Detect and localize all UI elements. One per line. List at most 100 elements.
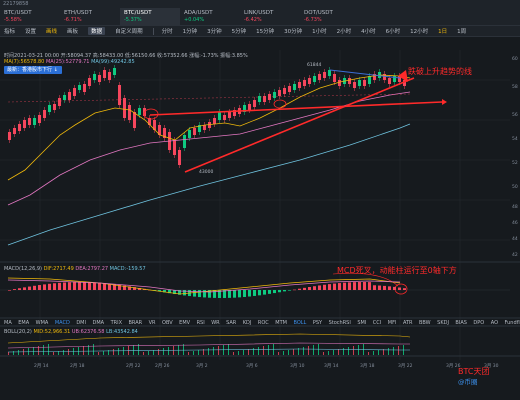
boll-bar: [33, 347, 34, 355]
high-price-label: 61844: [307, 62, 321, 68]
macd-bar: [293, 289, 296, 291]
news-badge[interactable]: 最新：香港股市下行 ↓: [4, 66, 62, 74]
indicator-tab-emv[interactable]: EMV: [179, 320, 190, 326]
tab-link-usdt[interactable]: LINK/USDT -6.42%: [240, 8, 300, 25]
timeframe-12h[interactable]: 12小时: [410, 27, 428, 35]
custom-period-dropdown[interactable]: 自定义周期: [115, 27, 143, 35]
indicator-tab-brar[interactable]: BRAR: [129, 320, 143, 326]
macd-bar: [258, 290, 261, 296]
indicator-tab-vr[interactable]: VR: [149, 320, 156, 326]
tab-ada-usdt[interactable]: ADA/USDT +0.04%: [180, 8, 240, 25]
settings-button[interactable]: 设置: [25, 27, 36, 35]
indicator-tab-roc[interactable]: ROC: [258, 320, 269, 326]
ma25-line: [7, 91, 411, 206]
indicator-tab-cci[interactable]: CCI: [373, 320, 381, 326]
macd-bar: [63, 282, 66, 290]
candle-body: [33, 118, 36, 125]
indicator-tab-bias[interactable]: BIAS: [455, 320, 467, 326]
indicator-tab-dma[interactable]: DMA: [92, 320, 104, 326]
timeframe-6h[interactable]: 6小时: [386, 27, 401, 35]
macd-bar: [53, 283, 56, 290]
indicator-tab-wr[interactable]: WR: [211, 320, 219, 326]
macd-bar: [403, 288, 406, 290]
indicator-tab-macd[interactable]: MACD: [55, 320, 70, 326]
candle-body: [188, 130, 191, 138]
boll-lb-value: LB:43542.84: [106, 329, 138, 335]
boll-bar: [373, 351, 374, 355]
indicator-tab-stochrsi[interactable]: StochRSI: [329, 320, 351, 326]
red-support-line: [149, 101, 443, 116]
timeframe-1w[interactable]: 1周: [457, 27, 466, 35]
timeframe-2h[interactable]: 2小时: [337, 27, 352, 35]
boll-bar: [48, 344, 49, 355]
macd-bar: [323, 284, 326, 290]
candle-body: [333, 74, 336, 82]
indicator-tab-atr[interactable]: ATR: [403, 320, 413, 326]
boll-bar: [198, 350, 199, 355]
tab-btc-usdt-1[interactable]: BTC/USDT -5.58%: [0, 8, 60, 25]
tab-btc-usdt-active[interactable]: BTC/USDT -5.37%: [120, 8, 180, 25]
tab-eth-usdt[interactable]: ETH/USDT -6.71%: [60, 8, 120, 25]
macd-bar: [43, 284, 46, 290]
boll-bar: [208, 348, 209, 355]
macd-bar: [393, 286, 396, 290]
candle-body: [228, 112, 231, 118]
macd-bar: [313, 286, 316, 290]
candle-body: [323, 72, 326, 78]
boll-bar: [133, 345, 134, 355]
tab-label: BTC/USDT: [124, 10, 152, 16]
indicator-tab-bbw[interactable]: BBW: [419, 320, 431, 326]
x-axis-label: 3月 22: [398, 363, 413, 369]
chart-area[interactable]: 61844 43000 2月 14 2月 18 2月 22 2月 26 3月 2…: [0, 37, 520, 400]
timeframe-1d[interactable]: 1日: [438, 27, 447, 35]
macd-bar: [378, 285, 381, 290]
timeframe-1m[interactable]: 1分钟: [183, 27, 198, 35]
indicator-tab-wma[interactable]: WMA: [36, 320, 49, 326]
timeframe-4h[interactable]: 4小时: [361, 27, 376, 35]
indicator-tab-mfi[interactable]: MFI: [388, 320, 397, 326]
boll-mid-value: MID:52,966.31: [33, 329, 71, 335]
indicator-tab-sar[interactable]: SAR: [226, 320, 236, 326]
boll-bar: [168, 347, 169, 355]
indicator-tab-trix[interactable]: TRIX: [111, 320, 122, 326]
candle-body: [368, 76, 371, 84]
timeframe-timeline[interactable]: 分时: [162, 27, 173, 35]
indicator-tab-fundflow[interactable]: Fundflow: [505, 320, 520, 326]
indicator-tab-rsi[interactable]: RSI: [197, 320, 205, 326]
macd-bar: [13, 289, 16, 290]
indicator-tab-psy[interactable]: PSY: [313, 320, 322, 326]
timeframe-1h[interactable]: 1小时: [312, 27, 327, 35]
tab-label: ADA/USDT: [184, 10, 213, 16]
boll-bar: [318, 344, 319, 355]
timeframe-15m[interactable]: 15分钟: [256, 27, 274, 35]
macd-bar: [23, 287, 26, 290]
indicator-tab-ma[interactable]: MA: [4, 320, 12, 326]
macd-bar: [383, 285, 386, 290]
data-button[interactable]: 数据: [88, 27, 106, 35]
candle-body: [58, 98, 61, 106]
candle-body: [313, 76, 316, 82]
indicator-tab-dpo[interactable]: DPO: [473, 320, 484, 326]
indicator-tab-ema[interactable]: EMA: [18, 320, 29, 326]
candle-body: [53, 104, 56, 110]
tab-dot-usdt[interactable]: DOT/USDT -6.73%: [300, 8, 360, 25]
indicator-tab-smi[interactable]: SMI: [357, 320, 366, 326]
draw-line-button[interactable]: 画线: [46, 27, 57, 35]
indicator-tab-dmi[interactable]: DMI: [76, 320, 86, 326]
tab-label: BTC/USDT: [4, 10, 32, 16]
candle-body: [203, 125, 206, 130]
candle-body: [183, 135, 186, 148]
drawing-board-button[interactable]: 画板: [67, 27, 78, 35]
indicator-tab-mtm[interactable]: MTM: [275, 320, 287, 326]
timeframe-5m[interactable]: 5分钟: [232, 27, 247, 35]
indicator-tab-ao[interactable]: AO: [491, 320, 498, 326]
candlestick-chart-svg[interactable]: 61844 43000 2月 14 2月 18 2月 22 2月 26 3月 2…: [0, 37, 520, 400]
indicator-tab-kdj[interactable]: KDJ: [243, 320, 252, 326]
indicator-tab-obv[interactable]: OBV: [162, 320, 173, 326]
indicator-tab-skdj[interactable]: SKDJ: [437, 320, 449, 326]
macd-bar: [88, 282, 91, 290]
indicator-button[interactable]: 指标: [4, 27, 15, 35]
indicator-tab-boll[interactable]: BOLL: [293, 320, 306, 326]
timeframe-30m[interactable]: 30分钟: [284, 27, 302, 35]
timeframe-3m[interactable]: 3分钟: [207, 27, 222, 35]
